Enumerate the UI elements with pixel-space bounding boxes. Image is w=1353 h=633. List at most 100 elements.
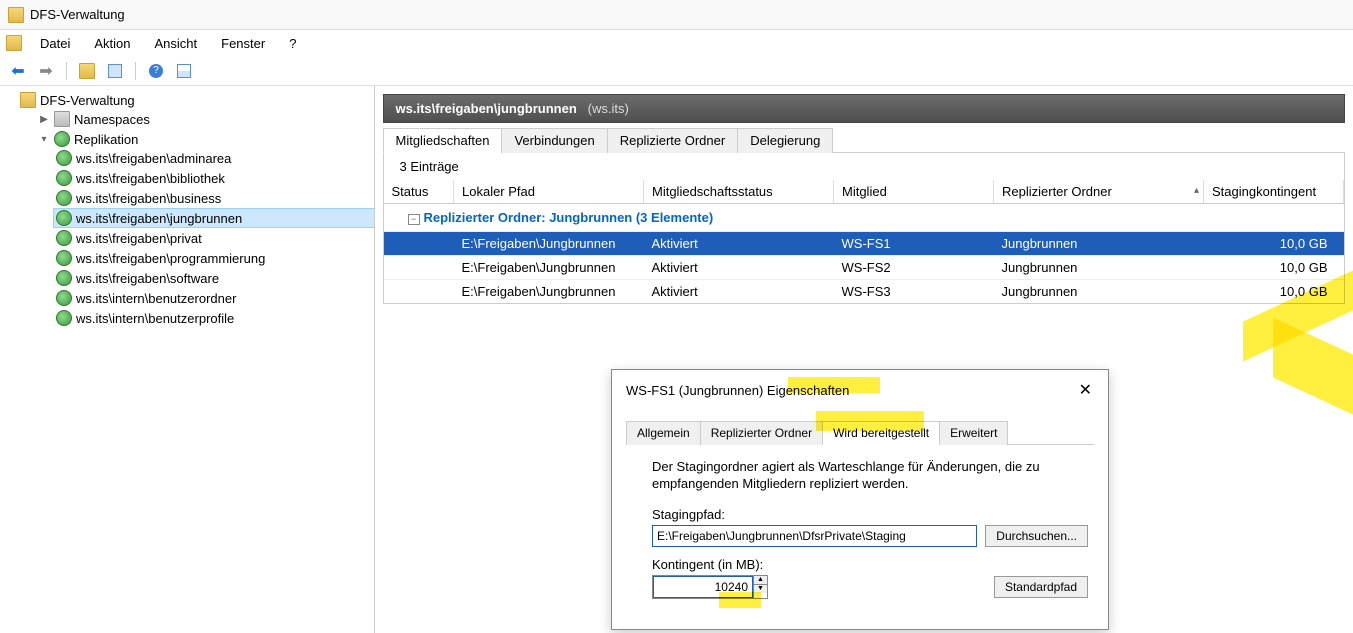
chevron-down-icon[interactable]: ▾ <box>38 134 50 145</box>
tree-item-label: ws.its\intern\benutzerprofile <box>76 311 234 326</box>
toolbar-properties-button[interactable] <box>103 60 127 82</box>
replication-icon <box>56 230 72 246</box>
staging-path-label: Stagingpfad: <box>652 507 1088 522</box>
col-header[interactable]: Stagingkontingent <box>1204 180 1344 204</box>
tree-root[interactable]: DFS-Verwaltung <box>18 91 374 109</box>
tree-item-label: ws.its\freigaben\privat <box>76 231 202 246</box>
nav-back-button[interactable]: ⬅ <box>6 60 30 82</box>
tree-repl-item[interactable]: ws.its\intern\benutzerprofile <box>54 309 374 327</box>
cell-status <box>384 232 454 256</box>
cell-staging: 10,0 GB <box>1204 232 1344 256</box>
cell-rfolder: Jungbrunnen <box>994 256 1204 280</box>
toolbar-help-button[interactable]: ? <box>144 60 168 82</box>
table-row[interactable]: E:\Freigaben\JungbrunnenAktiviertWS-FS2J… <box>384 256 1344 280</box>
quota-spinner[interactable]: ▲ ▼ <box>652 575 768 599</box>
quota-down-button[interactable]: ▼ <box>754 585 767 593</box>
menubar: Datei Aktion Ansicht Fenster ? <box>0 30 1353 56</box>
tree-repl-item[interactable]: ws.its\freigaben\privat <box>54 229 374 247</box>
cell-member: WS-FS2 <box>834 256 994 280</box>
toolbar-sep-1 <box>66 62 67 80</box>
staging-description: Der Stagingordner agiert als Warteschlan… <box>652 459 1088 493</box>
chevron-right-icon[interactable]: ▶ <box>38 114 50 125</box>
dialog-title-word: Eigenschaften <box>767 383 849 398</box>
cell-mstatus: Aktiviert <box>644 232 834 256</box>
menu-aktion[interactable]: Aktion <box>84 33 140 54</box>
tree-namespaces[interactable]: ▶ Namespaces <box>36 110 374 128</box>
tree-repl-item[interactable]: ws.its\freigaben\jungbrunnen <box>54 209 374 227</box>
cell-local-path: E:\Freigaben\Jungbrunnen <box>454 280 644 304</box>
tree-replication[interactable]: ▾ Replikation <box>36 130 374 148</box>
collapse-icon[interactable]: − <box>408 214 420 225</box>
entries-count: 3 Einträge <box>383 153 1346 180</box>
replication-icon <box>56 270 72 286</box>
tab-delegierung[interactable]: Delegierung <box>737 128 833 153</box>
col-header[interactable]: Mitgliedschaftsstatus <box>644 180 834 204</box>
tree-repl-item[interactable]: ws.its\freigaben\software <box>54 269 374 287</box>
toolbar: ⬅ ➡ ? <box>0 56 1353 86</box>
cell-local-path: E:\Freigaben\Jungbrunnen <box>454 256 644 280</box>
table-row[interactable]: E:\Freigaben\JungbrunnenAktiviertWS-FS1J… <box>384 232 1344 256</box>
tree-repl-item[interactable]: ws.its\freigaben\business <box>54 189 374 207</box>
replication-icon <box>56 170 72 186</box>
menu-datei[interactable]: Datei <box>30 33 80 54</box>
close-button[interactable]: ✕ <box>1073 378 1098 402</box>
cell-member: WS-FS1 <box>834 232 994 256</box>
properties-dialog[interactable]: WS-FS1 (Jungbrunnen) Eigenschaften ✕ All… <box>611 369 1109 630</box>
tree-item-label: ws.its\freigaben\programmierung <box>76 251 265 266</box>
col-header[interactable]: Status <box>384 180 454 204</box>
cell-member: WS-FS3 <box>834 280 994 304</box>
dialog-titlebar[interactable]: WS-FS1 (Jungbrunnen) Eigenschaften ✕ <box>612 370 1108 402</box>
quota-input[interactable] <box>653 576 753 598</box>
help-icon: ? <box>149 64 163 78</box>
toolbar-newfolder-button[interactable] <box>75 60 99 82</box>
quota-up-button[interactable]: ▲ <box>754 576 767 585</box>
members-table[interactable]: StatusLokaler PfadMitgliedschaftsstatusM… <box>384 180 1345 303</box>
menu-ansicht[interactable]: Ansicht <box>145 33 208 54</box>
menu-help[interactable]: ? <box>279 33 306 54</box>
cell-mstatus: Aktiviert <box>644 256 834 280</box>
staging-path-input[interactable] <box>652 525 977 547</box>
window-title: DFS-Verwaltung <box>30 7 125 22</box>
tree-pane[interactable]: DFS-Verwaltung ▶ Namespaces ▾ <box>0 86 375 633</box>
toolbar-view-button[interactable] <box>172 60 196 82</box>
tab-mitgliedschaften[interactable]: Mitgliedschaften <box>383 128 503 153</box>
col-header[interactable]: Mitglied <box>834 180 994 204</box>
tab-replizierte ordner[interactable]: Replizierte Ordner <box>607 128 739 153</box>
tree-root-label: DFS-Verwaltung <box>40 93 135 108</box>
view-icon <box>177 64 191 78</box>
tree-repl-item[interactable]: ws.its\intern\benutzerordner <box>54 289 374 307</box>
menu-fenster[interactable]: Fenster <box>211 33 275 54</box>
tree-namespaces-label: Namespaces <box>74 112 150 127</box>
cell-staging: 10,0 GB <box>1204 280 1344 304</box>
col-header[interactable]: Replizierter Ordner▴ <box>994 180 1204 204</box>
dialog-tab[interactable]: Allgemein <box>626 421 701 445</box>
cell-local-path: E:\Freigaben\Jungbrunnen <box>454 232 644 256</box>
folder-icon <box>79 63 95 79</box>
content-header: ws.its\freigaben\jungbrunnen (ws.its) <box>383 94 1346 123</box>
arrow-right-icon: ➡ <box>39 61 52 81</box>
nav-forward-button[interactable]: ➡ <box>34 60 58 82</box>
members-table-wrap: StatusLokaler PfadMitgliedschaftsstatusM… <box>383 180 1346 304</box>
dialog-tab[interactable]: Erweitert <box>939 421 1008 445</box>
folder-icon <box>20 92 36 108</box>
dialog-tab[interactable]: Replizierter Ordner <box>700 421 823 445</box>
tree-repl-item[interactable]: ws.its\freigaben\programmierung <box>54 249 374 267</box>
browse-button[interactable]: Durchsuchen... <box>985 525 1088 547</box>
content-tabs: MitgliedschaftenVerbindungenReplizierte … <box>383 127 1346 153</box>
tab-verbindungen[interactable]: Verbindungen <box>501 128 607 153</box>
dialog-tab[interactable]: Wird bereitgestellt <box>822 421 940 445</box>
sort-asc-icon: ▴ <box>1194 185 1199 196</box>
tree-repl-item[interactable]: ws.its\freigaben\adminarea <box>54 149 374 167</box>
col-header[interactable]: Lokaler Pfad <box>454 180 644 204</box>
replication-icon <box>56 150 72 166</box>
replication-icon <box>56 290 72 306</box>
header-domain: (ws.its) <box>588 101 629 116</box>
tree-item-label: ws.its\freigaben\jungbrunnen <box>76 211 242 226</box>
tree-repl-item[interactable]: ws.its\freigaben\bibliothek <box>54 169 374 187</box>
titlebar: DFS-Verwaltung <box>0 0 1353 30</box>
app-icon <box>8 7 24 23</box>
group-header[interactable]: −Replizierter Ordner: Jungbrunnen (3 Ele… <box>384 204 1344 232</box>
toolbar-sep-2 <box>135 62 136 80</box>
default-path-button[interactable]: Standardpfad <box>994 576 1088 598</box>
table-row[interactable]: E:\Freigaben\JungbrunnenAktiviertWS-FS3J… <box>384 280 1344 304</box>
